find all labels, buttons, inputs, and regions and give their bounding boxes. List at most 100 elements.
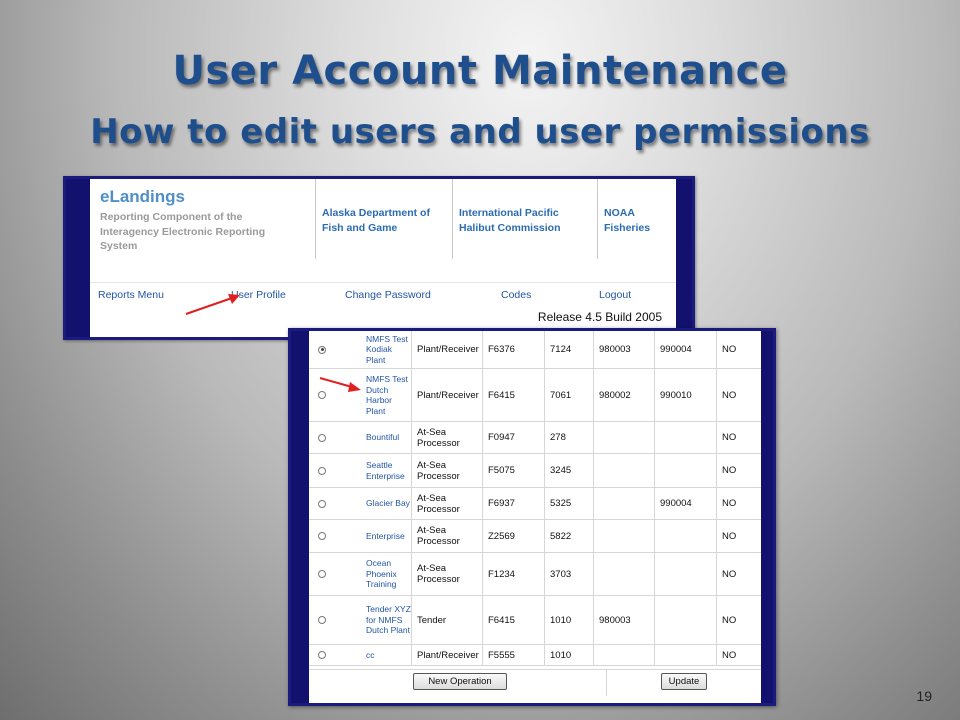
- permit-number-a: 980003: [593, 596, 654, 644]
- processor-code: 7124: [544, 331, 593, 368]
- frame-right-bar: [761, 331, 773, 703]
- nav-codes[interactable]: Codes: [501, 289, 531, 301]
- operation-name-link[interactable]: Bountiful: [361, 422, 411, 453]
- flag-value: NO: [716, 520, 761, 552]
- row-radio-cell: [309, 488, 361, 519]
- processor-code: 1010: [544, 645, 593, 665]
- permit-number-b: [654, 422, 716, 453]
- row-radio-cell: [309, 553, 361, 595]
- permit-number-b: 990010: [654, 369, 716, 421]
- permit-number-b: [654, 645, 716, 665]
- operation-radio[interactable]: [318, 345, 326, 354]
- table-row: NMFS Test Kodiak Plant Plant/Receiver F637…: [309, 331, 761, 369]
- table-row: Glacier Bay At-Sea Processor F6937 5325 9900…: [309, 488, 761, 520]
- agency-adfg: Alaska Department of Fish and Game: [315, 179, 452, 259]
- nav-bar: Reports Menu User Profile Change Passwor…: [90, 282, 676, 303]
- federal-permit: F6376: [482, 331, 544, 368]
- operation-radio[interactable]: [318, 499, 326, 508]
- operation-radio[interactable]: [318, 433, 326, 442]
- permit-number-a: [593, 454, 654, 487]
- nav-reports-menu[interactable]: Reports Menu: [98, 289, 164, 301]
- table-row: Seattle Enterprise At-Sea Processor F5075 3…: [309, 454, 761, 488]
- permit-number-b: 990004: [654, 488, 716, 519]
- operation-type: At-Sea Processor: [411, 422, 482, 453]
- federal-permit: F5075: [482, 454, 544, 487]
- flag-value: NO: [716, 369, 761, 421]
- row-radio-cell: [309, 331, 361, 368]
- operation-name-link[interactable]: Glacier Bay: [361, 488, 411, 519]
- federal-permit: F5555: [482, 645, 544, 665]
- permit-number-b: [654, 520, 716, 552]
- update-button[interactable]: Update: [661, 673, 707, 690]
- brand-block: eLandings Reporting Component of the Int…: [100, 187, 270, 254]
- arrow-to-user-profile-icon: [185, 294, 240, 315]
- permit-number-a: 980003: [593, 331, 654, 368]
- federal-permit: Z2569: [482, 520, 544, 552]
- operation-name-link[interactable]: cc: [361, 645, 411, 665]
- flag-value: NO: [716, 331, 761, 368]
- table-row: Enterprise At-Sea Processor Z2569 5822 NO: [309, 520, 761, 553]
- operation-radio[interactable]: [318, 532, 326, 540]
- operations-table: NMFS Test Kodiak Plant Plant/Receiver F637…: [309, 331, 761, 666]
- permit-number-a: [593, 520, 654, 552]
- permit-number-a: [593, 553, 654, 595]
- elandings-header-screenshot: eLandings Reporting Component of the Int…: [63, 176, 695, 340]
- processor-code: 278: [544, 422, 593, 453]
- new-operation-button[interactable]: New Operation: [413, 673, 507, 690]
- table-row: Bountiful At-Sea Processor F0947 278 NO: [309, 422, 761, 454]
- permit-number-b: 990004: [654, 331, 716, 368]
- permit-number-b: [654, 596, 716, 644]
- agency-noaa: NOAA Fisheries: [597, 179, 679, 259]
- flag-value: NO: [716, 454, 761, 487]
- operation-type: At-Sea Processor: [411, 488, 482, 519]
- federal-permit: F1234: [482, 553, 544, 595]
- footer-divider: [606, 670, 607, 696]
- operation-name-link[interactable]: NMFS Test Dutch Harbor Plant: [361, 369, 411, 421]
- operation-name-link[interactable]: NMFS Test Kodiak Plant: [361, 331, 411, 368]
- operation-radio[interactable]: [318, 651, 326, 659]
- processor-code: 5822: [544, 520, 593, 552]
- federal-permit: F6415: [482, 369, 544, 421]
- permit-number-a: [593, 645, 654, 665]
- row-radio-cell: [309, 645, 361, 665]
- release-label: Release 4.5 Build 2005: [537, 310, 662, 324]
- nav-logout[interactable]: Logout: [599, 289, 631, 301]
- operation-name-link[interactable]: Tender XYZ for NMFS Dutch Plant: [361, 596, 411, 644]
- operation-type: At-Sea Processor: [411, 553, 482, 595]
- agency-label: International Pacific Halibut Commission: [459, 207, 561, 234]
- row-radio-cell: [309, 520, 361, 552]
- table-row: Ocean Phoenix Training At-Sea Processor F1…: [309, 553, 761, 596]
- frame-left-bar: [66, 179, 90, 337]
- app-description: Reporting Component of the Interagency E…: [100, 211, 266, 252]
- row-radio-cell: [309, 422, 361, 453]
- operation-radio[interactable]: [318, 616, 326, 624]
- table-row: Tender XYZ for NMFS Dutch Plant Tender F64…: [309, 596, 761, 645]
- flag-value: NO: [716, 553, 761, 595]
- permit-number-a: 980002: [593, 369, 654, 421]
- permit-number-b: [654, 454, 716, 487]
- slide-subtitle: How to edit users and user permissions: [90, 112, 870, 152]
- processor-code: 7061: [544, 369, 593, 421]
- federal-permit: F6415: [482, 596, 544, 644]
- permit-number-b: [654, 553, 716, 595]
- operation-name-link[interactable]: Ocean Phoenix Training: [361, 553, 411, 595]
- federal-permit: F0947: [482, 422, 544, 453]
- operation-name-link[interactable]: Enterprise: [361, 520, 411, 552]
- operation-type: Plant/Receiver: [411, 331, 482, 368]
- flag-value: NO: [716, 596, 761, 644]
- operation-radio[interactable]: [318, 570, 326, 578]
- processor-code: 1010: [544, 596, 593, 644]
- flag-value: NO: [716, 645, 761, 665]
- nav-change-password[interactable]: Change Password: [345, 289, 431, 301]
- flag-value: NO: [716, 488, 761, 519]
- operation-radio[interactable]: [318, 466, 326, 475]
- operation-name-link[interactable]: Seattle Enterprise: [361, 454, 411, 487]
- table-row: NMFS Test Dutch Harbor Plant Plant/Receiv…: [309, 369, 761, 422]
- federal-permit: F6937: [482, 488, 544, 519]
- processor-code: 3703: [544, 553, 593, 595]
- processor-code: 5325: [544, 488, 593, 519]
- operation-type: At-Sea Processor: [411, 454, 482, 487]
- row-radio-cell: [309, 596, 361, 644]
- processor-code: 3245: [544, 454, 593, 487]
- slide-title: User Account Maintenance: [172, 48, 788, 94]
